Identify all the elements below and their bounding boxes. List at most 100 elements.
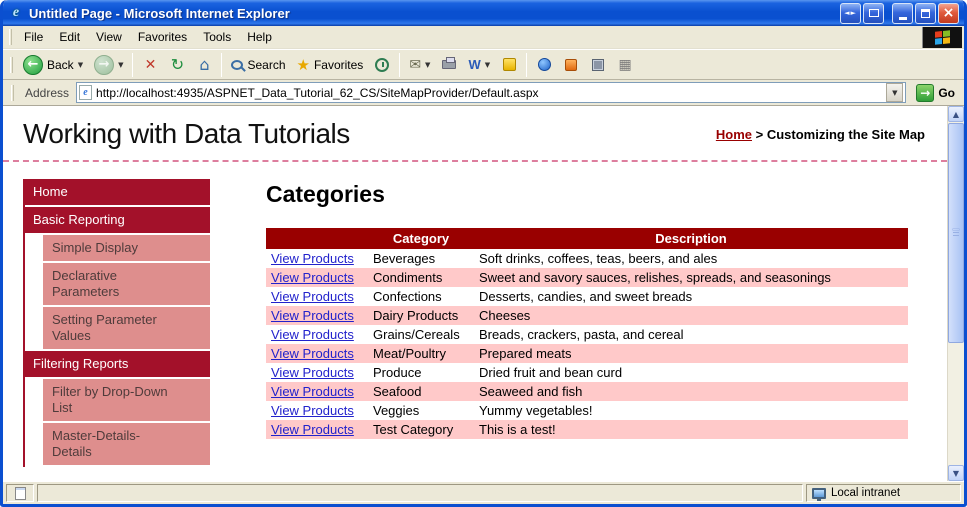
view-products-link[interactable]: View Products [271, 251, 354, 266]
menu-edit[interactable]: Edit [51, 27, 88, 47]
history-button[interactable] [369, 53, 395, 77]
address-dropdown-button[interactable]: ▼ [886, 83, 904, 102]
page-header: Working with Data Tutorials Home > Custo… [3, 106, 947, 160]
forward-dropdown-icon[interactable]: ▼ [118, 61, 123, 69]
refresh-button[interactable]: ↻ [164, 53, 190, 77]
view-products-link[interactable]: View Products [271, 422, 354, 437]
scroll-thumb[interactable] [948, 123, 964, 343]
toolbar-separator [526, 52, 528, 77]
sidebar-item-basic-reporting[interactable]: Basic Reporting [23, 207, 210, 233]
menu-help[interactable]: Help [239, 27, 280, 47]
description-cell: Sweet and savory sauces, relishes, sprea… [479, 270, 831, 285]
favorites-button[interactable]: ★ Favorites [292, 54, 369, 76]
forward-button[interactable]: → ▼ [89, 53, 128, 77]
sidebar-item-setting-parameter-values[interactable]: Setting Parameter Values [43, 307, 210, 349]
msn-icon [537, 58, 551, 71]
header-description: Description [474, 228, 908, 249]
category-cell: Seafood [373, 384, 422, 399]
mail-button[interactable]: ✉ ▼ [404, 54, 435, 75]
toolbar-grip[interactable] [11, 84, 14, 101]
scroll-up-button[interactable]: ▲ [948, 106, 964, 122]
print-button[interactable] [436, 53, 462, 77]
menu-file[interactable]: File [16, 27, 51, 47]
table-row: View Products Veggies Yummy vegetables! [266, 401, 908, 420]
titlebar-monitor-button[interactable] [863, 2, 884, 24]
sidebar-item-filter-by-dropdown-list[interactable]: Filter by Drop-Down List [43, 379, 210, 421]
local-intranet-icon [812, 487, 826, 501]
home-button[interactable]: ⌂ [191, 53, 217, 77]
view-products-link[interactable]: View Products [271, 403, 354, 418]
edit-button[interactable]: W ▼ [463, 55, 495, 74]
status-page-panel [6, 484, 34, 502]
breadcrumb-home-link[interactable]: Home [716, 127, 752, 142]
sites-button[interactable] [585, 53, 611, 77]
window-controls: ◄► × [840, 2, 959, 24]
back-dropdown-icon[interactable]: ▼ [78, 61, 83, 69]
ie-logo-icon: e [12, 5, 20, 20]
sidebar-item-simple-display[interactable]: Simple Display [43, 235, 210, 261]
sidebar-item-master-details-details[interactable]: Master-Details-Details [43, 423, 210, 465]
category-cell: Grains/Cereals [373, 327, 460, 342]
search-button[interactable]: Search [226, 56, 290, 74]
description-cell: Desserts, candies, and sweet breads [479, 289, 693, 304]
menu-favorites[interactable]: Favorites [130, 27, 195, 47]
minimize-button[interactable] [892, 2, 913, 24]
sidebar-item-filtering-reports[interactable]: Filtering Reports [23, 351, 210, 377]
security-zone-label: Local intranet [831, 487, 901, 499]
menu-bar: File Edit View Favorites Tools Help [3, 26, 964, 49]
fullscreen-grid-button[interactable]: ▦ [612, 53, 638, 77]
titlebar: e Untitled Page - Microsoft Internet Exp… [3, 0, 964, 26]
go-button[interactable]: → Go [911, 83, 960, 103]
scroll-down-button[interactable]: ▼ [948, 465, 964, 481]
view-products-link[interactable]: View Products [271, 289, 354, 304]
category-cell: Confections [373, 289, 442, 304]
view-products-link[interactable]: View Products [271, 346, 354, 361]
scroll-track[interactable] [948, 122, 964, 465]
windows-flag-icon [935, 29, 950, 45]
address-label: Address [25, 85, 70, 100]
monitor-icon [868, 9, 879, 17]
mail-dropdown-icon[interactable]: ▼ [425, 61, 430, 69]
sidebar-nav: Home Basic Reporting Simple Display Decl… [23, 179, 210, 467]
address-input[interactable] [96, 85, 883, 100]
table-row: View Products Test Category This is a te… [266, 420, 908, 439]
back-button[interactable]: ← Back ▼ [18, 53, 88, 77]
table-row: View Products Confections Desserts, cand… [266, 287, 908, 306]
toolbar-separator [399, 52, 401, 77]
category-cell: Meat/Poultry [373, 346, 446, 361]
menu-view[interactable]: View [88, 27, 130, 47]
view-products-link[interactable]: View Products [271, 365, 354, 380]
stop-button[interactable]: ✕ [137, 53, 163, 77]
table-row: View Products Beverages Soft drinks, cof… [266, 249, 908, 268]
vertical-scrollbar: ▲ ▼ [947, 106, 964, 481]
view-products-link[interactable]: View Products [271, 308, 354, 323]
sidebar-item-home[interactable]: Home [23, 179, 210, 205]
titlebar-arrows-button[interactable]: ◄► [840, 2, 861, 24]
view-products-link[interactable]: View Products [271, 327, 354, 342]
msn-button[interactable] [531, 53, 557, 77]
table-row: View Products Grains/Cereals Breads, cra… [266, 325, 908, 344]
messenger-button[interactable] [496, 53, 522, 77]
description-cell: This is a test! [479, 422, 556, 437]
messenger-icon [502, 58, 516, 71]
print-icon [442, 57, 457, 69]
view-products-link[interactable]: View Products [271, 270, 354, 285]
toolbar-grip[interactable] [9, 29, 12, 45]
page-favicon-icon: e [79, 85, 93, 100]
favorites-star-icon: ★ [296, 56, 310, 74]
toolbar-separator [132, 52, 134, 77]
table-row: View Products Meat/Poultry Prepared meat… [266, 344, 908, 363]
research-button[interactable] [558, 53, 584, 77]
go-label: Go [938, 85, 955, 100]
sidebar-item-declarative-parameters[interactable]: Declarative Parameters [43, 263, 210, 305]
edit-dropdown-icon[interactable]: ▼ [485, 61, 490, 69]
toolbar-grip[interactable] [10, 56, 13, 73]
table-row: View Products Produce Dried fruit and be… [266, 363, 908, 382]
status-message-panel [37, 484, 803, 502]
view-products-link[interactable]: View Products [271, 384, 354, 399]
breadcrumb-separator: > [755, 126, 764, 142]
category-cell: Beverages [373, 251, 436, 266]
close-button[interactable]: × [938, 2, 959, 24]
menu-tools[interactable]: Tools [195, 27, 239, 47]
maximize-button[interactable] [915, 2, 936, 24]
